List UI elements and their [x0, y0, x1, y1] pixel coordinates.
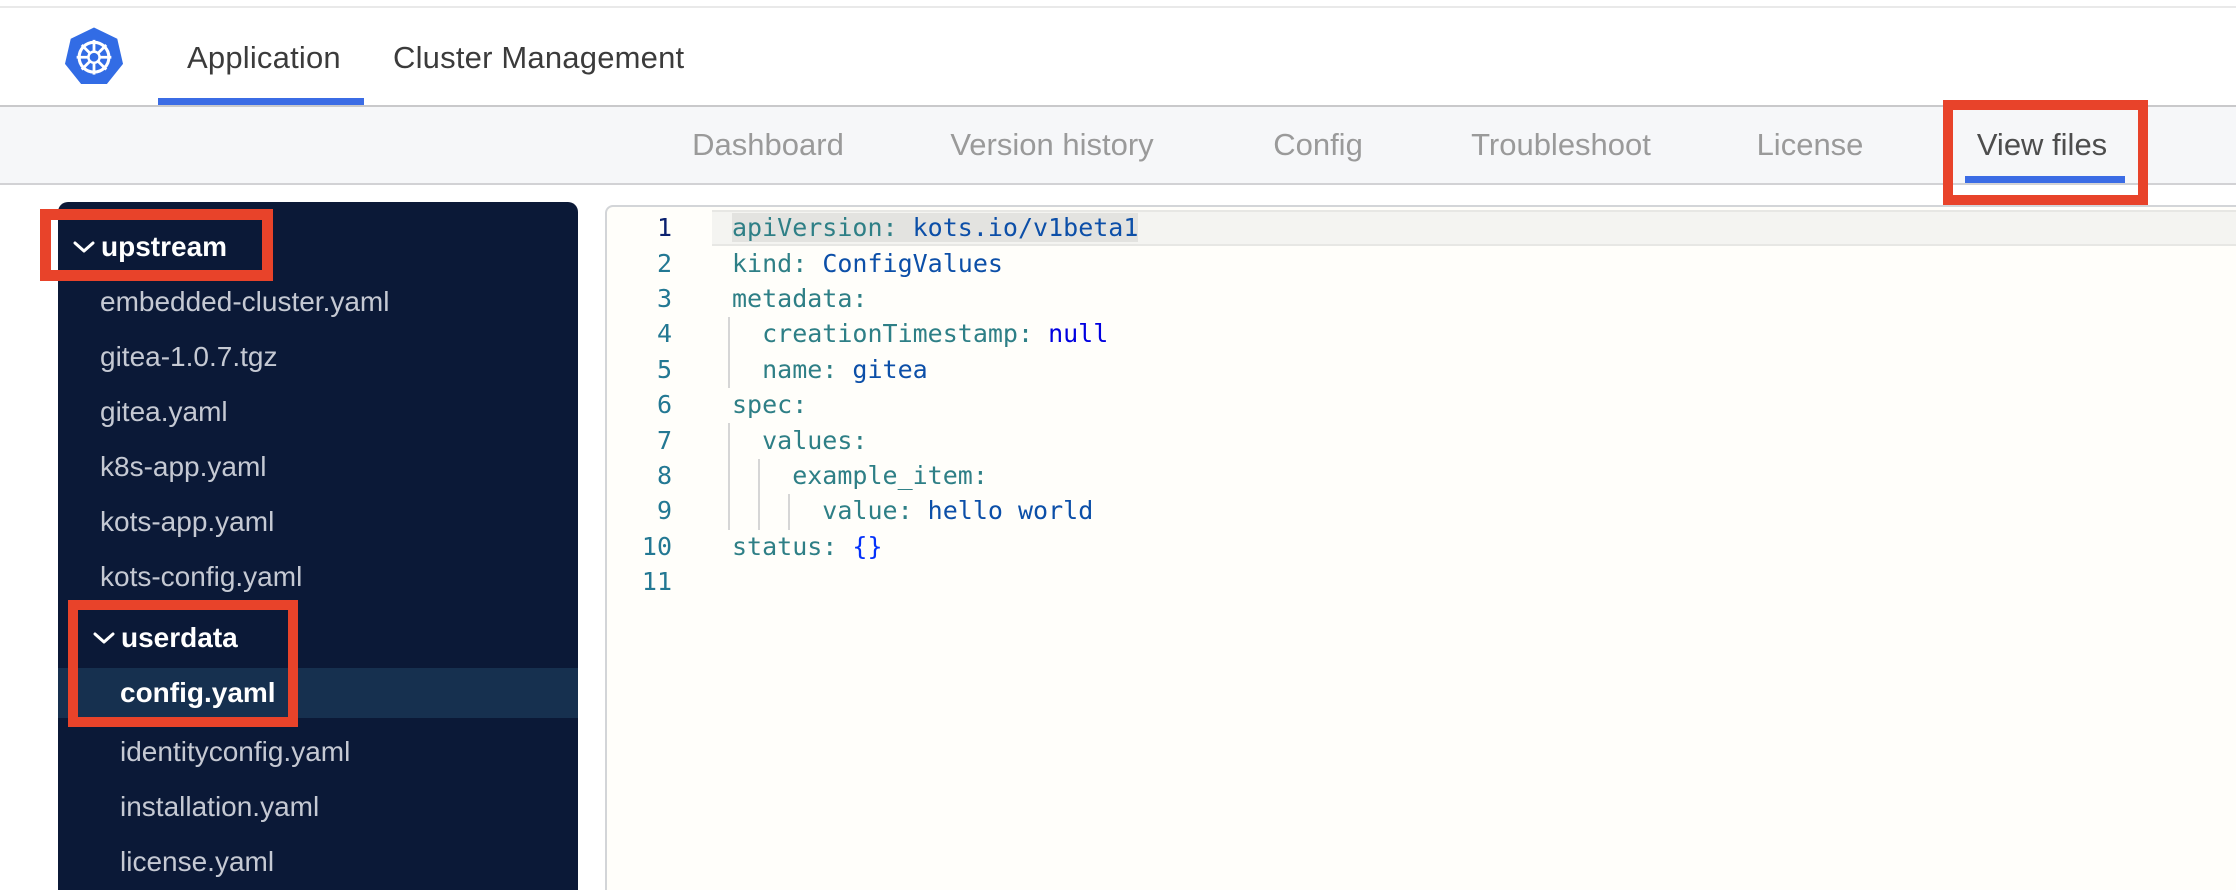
code-line[interactable]: 10 status: {} [607, 529, 2236, 564]
tree-file-kots-app[interactable]: kots-app.yaml [58, 497, 578, 547]
tree-item-label: identityconfig.yaml [120, 736, 351, 767]
code-content[interactable]: 1 apiVersion: kots.io/v1beta1 2 kind: Co… [607, 210, 2236, 599]
code-line[interactable]: 2 kind: ConfigValues [607, 245, 2236, 280]
tree-file-gitea-yaml[interactable]: gitea.yaml [58, 387, 578, 437]
selected-text: apiVersion: kots.io/v1beta1 [732, 213, 1139, 243]
view-files-active-underline [1965, 176, 2125, 183]
kubernetes-logo-icon[interactable] [63, 25, 125, 87]
code-line[interactable]: 8 example_item: [607, 458, 2236, 493]
chevron-down-icon[interactable] [93, 632, 115, 645]
tree-item-label: gitea.yaml [100, 396, 228, 427]
tree-item-label: upstream [101, 231, 228, 262]
tree-file-kots-config[interactable]: kots-config.yaml [58, 552, 578, 602]
file-tree: upstream embedded-cluster.yaml gitea-1.0… [58, 202, 578, 890]
line-number: 3 [656, 283, 672, 313]
tree-item-label: config.yaml [120, 677, 276, 708]
code-line[interactable]: 7 values: [607, 422, 2236, 457]
tab-license[interactable]: License [1757, 127, 1864, 163]
code-line[interactable]: 6 spec: [607, 387, 2236, 422]
tab-dashboard[interactable]: Dashboard [692, 127, 844, 163]
line-number: 9 [656, 496, 672, 526]
tab-view-files[interactable]: View files [1977, 127, 2107, 163]
line-number: 5 [656, 354, 672, 384]
tree-folder-userdata[interactable]: userdata [58, 613, 578, 663]
window-top-divider [0, 6, 2236, 8]
code-line[interactable]: 5 name: gitea [607, 352, 2236, 387]
code-line[interactable]: 9 value: hello world [607, 493, 2236, 528]
tree-item-label: gitea-1.0.7.tgz [100, 341, 278, 372]
tree-folder-upstream[interactable]: upstream [58, 222, 578, 272]
chevron-down-icon[interactable] [73, 241, 95, 254]
line-number: 2 [656, 248, 672, 278]
application-tab-active-underline [158, 98, 364, 105]
tab-config[interactable]: Config [1273, 127, 1363, 163]
line-number: 11 [641, 567, 672, 597]
tree-item-label: kots-app.yaml [100, 506, 275, 537]
tree-item-label: userdata [121, 622, 238, 653]
app-header: Application Cluster Management [0, 0, 2236, 107]
line-number: 4 [656, 319, 672, 349]
code-line[interactable]: 1 apiVersion: kots.io/v1beta1 [607, 210, 2236, 245]
tree-file-installation[interactable]: installation.yaml [58, 782, 578, 832]
tab-version-history[interactable]: Version history [950, 127, 1153, 163]
tree-item-label: k8s-app.yaml [100, 451, 267, 482]
tree-file-identityconfig[interactable]: identityconfig.yaml [58, 727, 578, 777]
code-line[interactable]: 11 [607, 564, 2236, 599]
line-number: 1 [656, 213, 672, 243]
tab-troubleshoot[interactable]: Troubleshoot [1471, 127, 1651, 163]
tree-file-k8s-app[interactable]: k8s-app.yaml [58, 442, 578, 492]
tree-item-label: kots-config.yaml [100, 561, 303, 592]
tree-file-config-yaml-selected[interactable]: config.yaml [58, 668, 578, 718]
kots-admin-console: Application Cluster Management Dashboard… [0, 0, 2236, 890]
tree-item-label: embedded-cluster.yaml [100, 286, 390, 317]
tree-file-license[interactable]: license.yaml [58, 837, 578, 887]
code-line[interactable]: 3 metadata: [607, 281, 2236, 316]
tab-application[interactable]: Application [187, 40, 341, 76]
app-subnav: Dashboard Version history Config Trouble… [0, 107, 2236, 185]
code-editor[interactable]: 1 apiVersion: kots.io/v1beta1 2 kind: Co… [605, 205, 2236, 890]
line-number: 8 [656, 460, 672, 490]
line-number: 10 [641, 531, 672, 561]
tree-file-embedded-cluster[interactable]: embedded-cluster.yaml [58, 277, 578, 327]
line-number: 6 [656, 390, 672, 420]
tree-file-gitea-tgz[interactable]: gitea-1.0.7.tgz [58, 332, 578, 382]
tab-cluster-management[interactable]: Cluster Management [393, 40, 684, 76]
tree-item-label: installation.yaml [120, 791, 320, 822]
code-line[interactable]: 4 creationTimestamp: null [607, 316, 2236, 351]
line-number: 7 [656, 425, 672, 455]
tree-item-label: license.yaml [120, 846, 275, 877]
